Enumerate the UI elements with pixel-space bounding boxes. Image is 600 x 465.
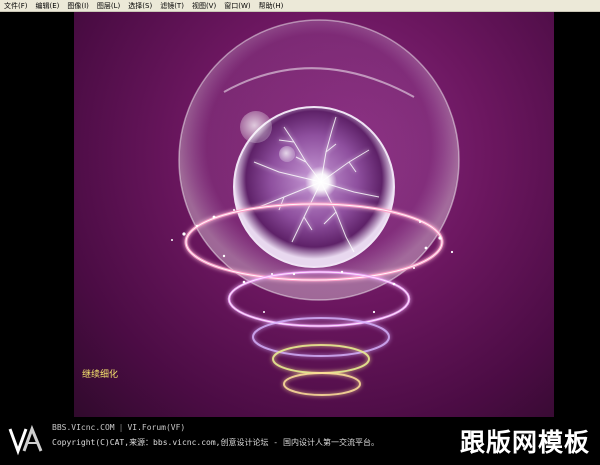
menu-select[interactable]: 选择(S) [124,0,156,12]
watermark-footer: BBS.VIcnc.COM | VI.Forum(VF) Copyright(C)C… [0,417,600,465]
menu-view[interactable]: 视图(V) [188,0,220,12]
document-canvas[interactable]: 继续细化 [74,12,554,417]
forum-link[interactable]: VI.Forum(VF) [127,423,185,432]
site-link[interactable]: BBS.VIcnc.COM [52,423,115,432]
copyright-text: Copyright(C)CAT,来源：bbs.vicnc.com,创意设计论坛 … [52,438,379,447]
menu-image[interactable]: 图像(I) [63,0,93,12]
va-logo-icon [8,424,43,456]
menu-window[interactable]: 窗口(W) [220,0,254,12]
menu-file[interactable]: 文件(F) [0,0,32,12]
menu-filter[interactable]: 滤镜(T) [156,0,188,12]
separator: | [118,423,124,432]
menu-edit[interactable]: 编辑(E) [32,0,64,12]
menu-help[interactable]: 帮助(H) [255,0,288,12]
bubble-large [240,111,272,143]
step-caption: 继续细化 [82,370,119,380]
site-line: BBS.VIcnc.COM | VI.Forum(VF) [52,423,185,432]
brand-watermark: 跟版网模板 [459,428,590,457]
bubble-small [279,146,295,162]
plasma-core [305,166,337,198]
plasma-orb-artwork [171,19,460,396]
menu-bar: 文件(F) 编辑(E) 图像(I) 图层(L) 选择(S) 滤镜(T) 视图(V… [0,0,600,12]
menu-layer[interactable]: 图层(L) [93,0,124,12]
workspace: 继续细化 [0,12,600,417]
